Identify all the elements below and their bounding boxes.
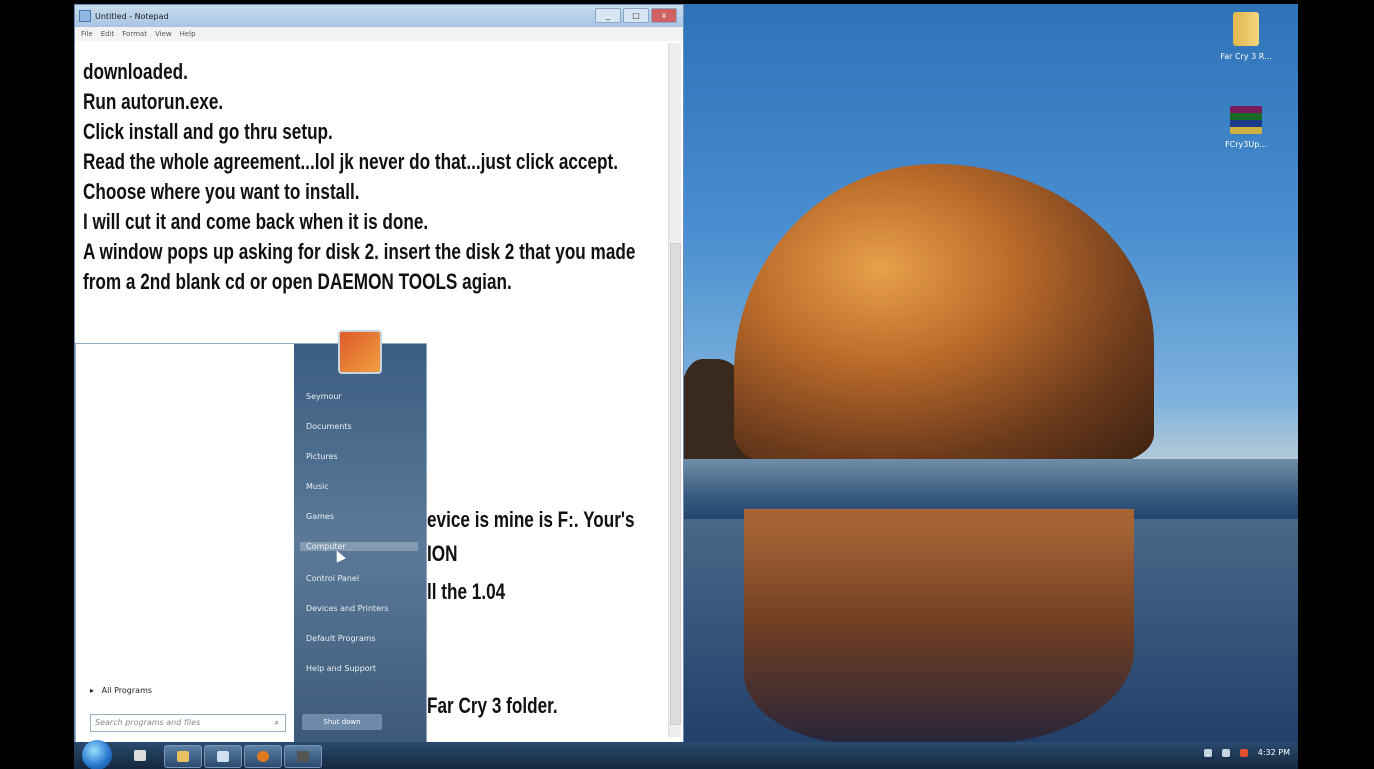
folder-icon xyxy=(1233,12,1259,46)
menu-format[interactable]: Format xyxy=(122,30,147,38)
desktop-icon-label: Far Cry 3 R... xyxy=(1220,52,1272,61)
desktop-icon-label: FCry3Up... xyxy=(1225,140,1267,149)
close-button[interactable]: x xyxy=(651,8,677,23)
text-line: Far Cry 3 folder. xyxy=(427,693,558,718)
start-item-devices-printers[interactable]: Devices and Printers xyxy=(306,604,388,613)
folder-icon xyxy=(177,751,189,762)
notepad-text-area[interactable]: downloaded. Run autorun.exe. Click insta… xyxy=(83,57,636,297)
text-line: Run autorun.exe. xyxy=(83,89,224,114)
search-icon: ⌕ xyxy=(274,718,279,727)
text-line: ll the 1.04 xyxy=(427,579,506,604)
notepad-window: Untitled - Notepad _ □ x File Edit Forma… xyxy=(74,4,684,745)
windows-start-orb-icon[interactable] xyxy=(82,740,112,769)
system-tray: 4:32 PM xyxy=(1203,748,1290,757)
start-item-help-support[interactable]: Help and Support xyxy=(306,664,376,673)
taskbar-window-button[interactable] xyxy=(204,745,242,768)
taskbar-pinned-app[interactable] xyxy=(122,745,158,766)
user-avatar[interactable] xyxy=(338,330,382,374)
text-line: evice is mine is F:. Your's xyxy=(427,507,635,532)
game-icon xyxy=(297,751,309,762)
desktop: Far Cry 3 R... FCry3Up... Untitled - Not… xyxy=(74,4,1298,769)
start-item-control-panel[interactable]: Control Panel xyxy=(306,574,359,583)
text-line: A window pops up asking for disk 2. inse… xyxy=(83,239,636,264)
vertical-scrollbar[interactable] xyxy=(668,43,681,737)
desktop-icon-far-cry-folder[interactable]: Far Cry 3 R... xyxy=(1214,12,1278,61)
haystack-rock xyxy=(734,164,1154,464)
start-item-pictures[interactable]: Pictures xyxy=(306,452,338,461)
text-line: I will cut it and come back when it is d… xyxy=(83,209,429,234)
taskbar-explorer-button[interactable] xyxy=(164,745,202,768)
window-icon xyxy=(217,751,229,762)
menu-bar: File Edit Format View Help xyxy=(75,27,683,41)
start-item-documents[interactable]: Documents xyxy=(306,422,352,431)
menu-help[interactable]: Help xyxy=(180,30,196,38)
menu-edit[interactable]: Edit xyxy=(101,30,115,38)
start-menu-right-pane: Seymour Documents Pictures Music Games C… xyxy=(294,330,426,744)
start-item-computer[interactable]: Computer xyxy=(300,542,418,551)
flag-icon[interactable] xyxy=(1203,748,1212,757)
scrollbar-thumb[interactable] xyxy=(670,243,681,725)
app-icon xyxy=(134,750,146,761)
rock-reflection xyxy=(744,509,1134,744)
start-item-games[interactable]: Games xyxy=(306,512,334,521)
shutdown-button[interactable]: Shut down xyxy=(302,714,382,730)
notepad-titlebar[interactable]: Untitled - Notepad _ □ x xyxy=(75,5,683,27)
notepad-app-icon xyxy=(79,10,91,22)
all-programs-label: All Programs xyxy=(101,686,153,695)
taskbar: 4:32 PM xyxy=(74,740,1298,769)
text-line: Click install and go thru setup. xyxy=(83,119,333,144)
winrar-archive-icon xyxy=(1230,106,1262,134)
desktop-icon-fcry-update[interactable]: FCry3Up... xyxy=(1214,106,1278,149)
start-menu: Seymour Documents Pictures Music Games C… xyxy=(75,330,427,745)
all-programs-button[interactable]: ▸ All Programs xyxy=(90,686,152,695)
maximize-button[interactable]: □ xyxy=(623,8,649,23)
start-item-default-programs[interactable]: Default Programs xyxy=(306,634,376,643)
window-title: Untitled - Notepad xyxy=(95,11,169,21)
start-item-user[interactable]: Seymour xyxy=(306,392,342,401)
taskbar-media-button[interactable] xyxy=(244,745,282,768)
start-item-music[interactable]: Music xyxy=(306,482,329,491)
menu-file[interactable]: File xyxy=(81,30,93,38)
text-line: ION xyxy=(427,541,458,566)
search-placeholder: Search programs and files xyxy=(95,718,201,727)
volume-icon[interactable] xyxy=(1239,748,1248,757)
taskbar-game-button[interactable] xyxy=(284,745,322,768)
menu-view[interactable]: View xyxy=(155,30,172,38)
clock[interactable]: 4:32 PM xyxy=(1258,748,1290,757)
minimize-button[interactable]: _ xyxy=(595,8,621,23)
network-icon[interactable] xyxy=(1221,748,1230,757)
text-line: downloaded. xyxy=(83,59,188,84)
start-search-input[interactable]: Search programs and files ⌕ xyxy=(90,714,286,732)
arrow-right-icon: ▸ xyxy=(90,686,95,695)
text-line: Read the whole agreement...lol jk never … xyxy=(83,149,618,174)
media-player-icon xyxy=(257,751,269,762)
text-line: from a 2nd blank cd or open DAEMON TOOLS… xyxy=(83,269,512,294)
text-line: Choose where you want to install. xyxy=(83,179,360,204)
